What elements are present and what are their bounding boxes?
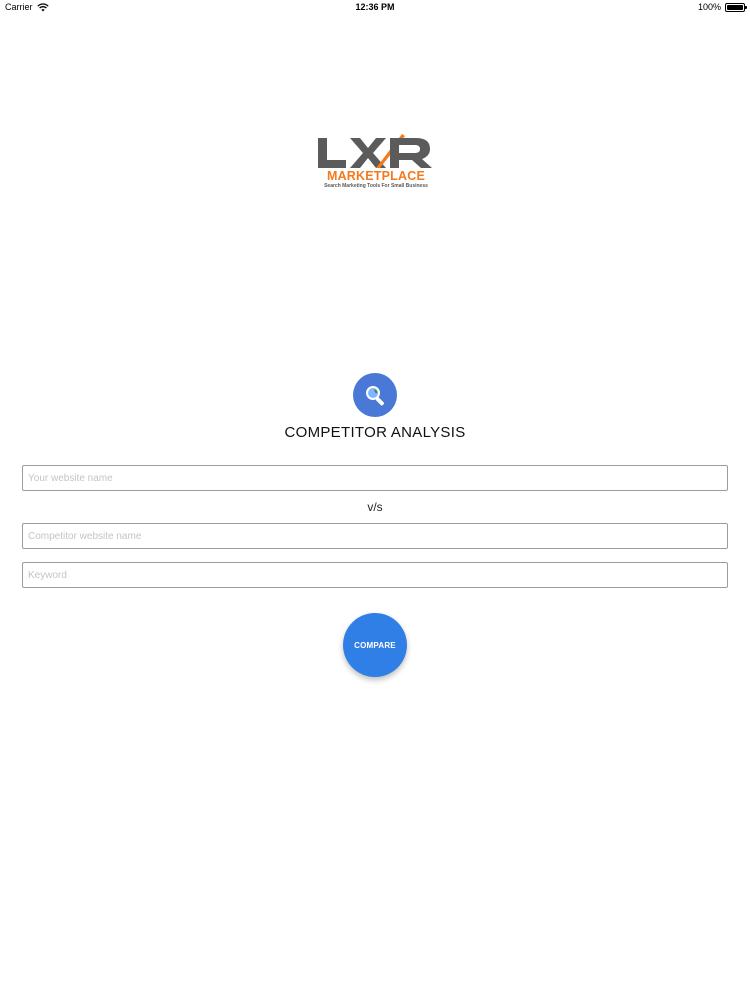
status-right: 100% (697, 2, 747, 12)
compare-button[interactable]: COMPARE (343, 613, 407, 677)
competitor-website-input[interactable] (22, 523, 728, 549)
lxr-wordmark-icon (318, 134, 432, 168)
battery-percent: 100% (697, 2, 721, 12)
battery-icon (725, 2, 747, 12)
status-bar: Carrier 12:36 PM 100% (0, 0, 750, 16)
page-title: COMPETITOR ANALYSIS (284, 424, 466, 441)
clock: 12:36 PM (355, 2, 395, 12)
vs-label: v/s (367, 500, 383, 514)
your-website-input[interactable] (22, 465, 728, 491)
lxr-logo: MARKETPLACE Search Marketing Tools For S… (316, 134, 436, 190)
logo-subtitle: MARKETPLACE (326, 169, 426, 183)
magnifier-glyph-icon (366, 386, 384, 406)
logo-tagline: Search Marketing Tools For Small Busines… (324, 183, 428, 189)
keyword-input[interactable] (22, 562, 728, 588)
magnifier-icon (353, 373, 397, 417)
